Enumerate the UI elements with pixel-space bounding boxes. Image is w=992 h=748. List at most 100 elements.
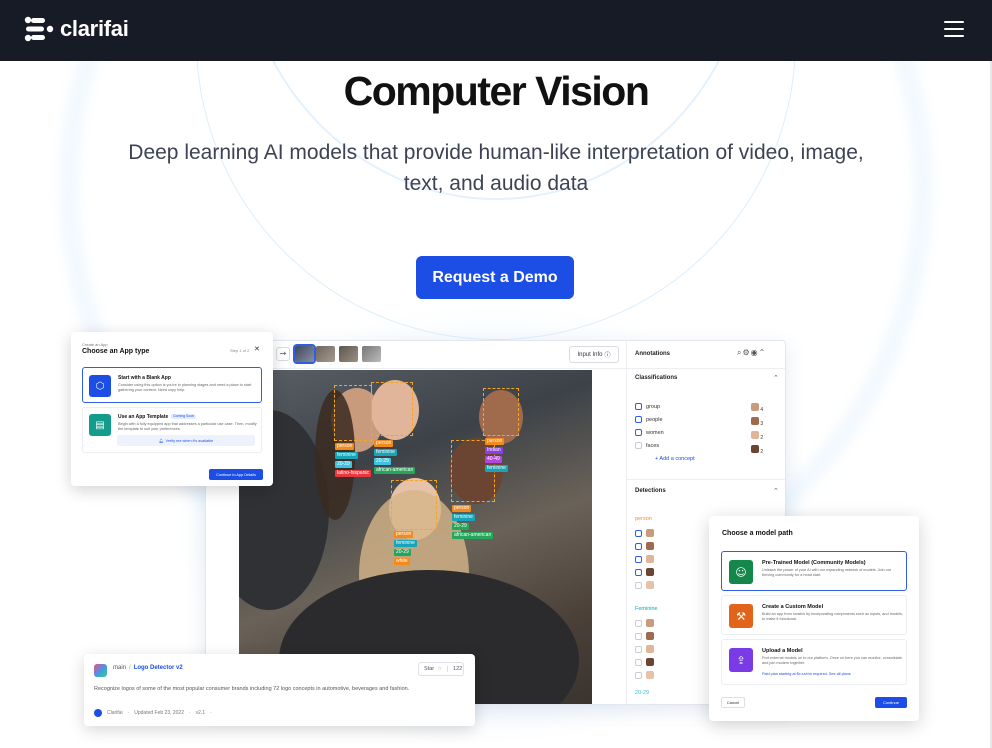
checkbox[interactable] [635,555,642,563]
detection-box[interactable] [483,388,519,436]
tag-feminine: feminine [452,514,475,521]
avatar [646,632,654,640]
continue-to-app-details-button[interactable]: Continue to App Details [209,469,263,480]
tag-age: 20-29 [452,523,469,530]
app-template-option[interactable]: ▤ Use an App Template Coming Soon Begin … [82,407,262,453]
classification-count: 2 [760,435,764,441]
panel-tools-icons[interactable]: ⌕⚙◉⌃ [737,348,766,358]
tag-person: person [485,438,505,445]
continue-button[interactable]: Continue [875,697,907,708]
arrow-right-icon[interactable]: → [276,347,290,361]
input-thumbnail[interactable] [362,346,381,362]
star-button[interactable]: Star ☆ 122 [418,662,464,676]
classification-label: faces [646,442,660,449]
add-concept-link[interactable]: + Add a concept [655,456,695,462]
template-icon: ▤ [89,414,111,436]
hamburger-menu-icon[interactable] [942,19,966,41]
option-title: Create a Custom Model [762,604,824,610]
repo-owner[interactable]: main [113,665,126,671]
detection-box[interactable] [334,385,372,441]
detection-group-person[interactable]: person [635,516,652,522]
divider [627,368,785,369]
detection-item[interactable] [635,555,654,563]
detection-item[interactable] [635,581,654,589]
tag-person: person [335,443,355,450]
detection-box[interactable] [391,480,437,530]
tag-feminine: feminine [374,449,397,456]
option-description: Consider using this option is you're in … [118,383,252,392]
meta-separator: · [127,710,130,716]
classification-item[interactable]: women [635,429,664,436]
clarifai-org-icon [94,709,102,717]
avatar [646,568,654,576]
classification-item[interactable]: group [635,403,660,410]
checkbox[interactable] [635,632,642,640]
input-info-button[interactable]: Input Info ⓘ [569,346,619,363]
detection-item[interactable] [635,619,654,627]
notify-button[interactable]: 🔔︎ Verify me when it's available [117,435,255,446]
checkbox[interactable] [635,568,642,576]
detection-item[interactable] [635,658,654,666]
option-title: Use an App Template [118,414,169,420]
checkbox[interactable] [635,403,642,410]
tag-ethnicity: african-american [374,467,416,474]
classification-item[interactable]: people [635,416,663,423]
cancel-button[interactable]: Cancel [721,697,745,708]
detection-group-feminine[interactable]: Feminine [635,606,658,612]
avatar [646,542,654,550]
request-demo-button[interactable]: Request a Demo [416,256,574,299]
detection-item[interactable] [635,671,654,679]
paid-plan-note[interactable]: Paid plan starting at $x.xx/mo required.… [762,672,851,676]
chevron-up-icon[interactable]: ⌃ [773,487,779,495]
checkbox[interactable] [635,429,642,436]
upload-model-option[interactable]: ⇪ Upload a Model Port external models on… [721,639,907,685]
classification-item[interactable]: faces [635,442,659,449]
checkbox[interactable] [635,581,642,589]
input-thumbnail[interactable] [293,344,316,364]
detection-item[interactable] [635,529,654,537]
detection-item[interactable] [635,632,654,640]
clarifai-logo-icon [24,16,54,42]
choose-model-path-dialog: Choose a model path ☺ Pre-Trained Model … [709,516,919,721]
clarifai-logo[interactable]: clarifai [24,14,129,44]
brand-name: clarifai [60,16,129,41]
option-description: Port external models on to our platform.… [762,656,902,665]
detection-item[interactable] [635,645,654,653]
org-name[interactable]: Clarifai [107,710,123,716]
detection-item[interactable] [635,542,654,550]
detection-item[interactable] [635,568,654,576]
checkbox[interactable] [635,542,642,550]
checkbox[interactable] [635,658,642,666]
classification-count: 2 [760,449,764,455]
checkbox[interactable] [635,529,642,537]
chevron-up-icon[interactable]: ⌃ [773,374,779,382]
input-thumbnail[interactable] [316,346,335,362]
checkbox[interactable] [635,416,642,423]
repo-name[interactable]: Logo Detector v2 [134,665,183,671]
option-description: Build an app from scratch by incorporati… [762,612,903,621]
checkbox[interactable] [635,442,642,449]
detection-group-age[interactable]: 20-29 [635,690,649,696]
model-repo-card[interactable]: main / Logo Detector v2 Star ☆ 122 Recog… [84,654,475,726]
input-thumbnail[interactable] [339,346,358,362]
classification-label: people [646,416,663,423]
checkbox[interactable] [635,619,642,627]
custom-model-option[interactable]: ⚒ Create a Custom Model Build an app fro… [721,595,907,635]
meta-separator: · [210,710,212,716]
detection-box[interactable] [371,382,413,436]
option-title: Upload a Model [762,648,803,654]
dialog-title: Choose an App type [82,348,150,355]
checkbox[interactable] [635,645,642,653]
checkbox[interactable] [635,671,642,679]
divider [627,479,785,480]
pretrained-model-option[interactable]: ☺ Pre-Trained Model (Community Models) U… [721,551,907,591]
close-icon[interactable]: ✕ [254,345,260,353]
star-icon: ☆ [437,666,443,672]
bell-icon: 🔔︎ [158,439,164,443]
classifications-title: Classifications [635,375,678,381]
blank-app-option[interactable]: ⬡ Start with a Blank App Consider using … [82,367,262,403]
meta-separator: · [189,710,191,716]
repo-meta: Clarifai · Updated Feb 23, 2022 · v2.1 · [94,709,212,717]
model-avatar [94,664,107,677]
tag-age: 20-29 [374,458,391,465]
